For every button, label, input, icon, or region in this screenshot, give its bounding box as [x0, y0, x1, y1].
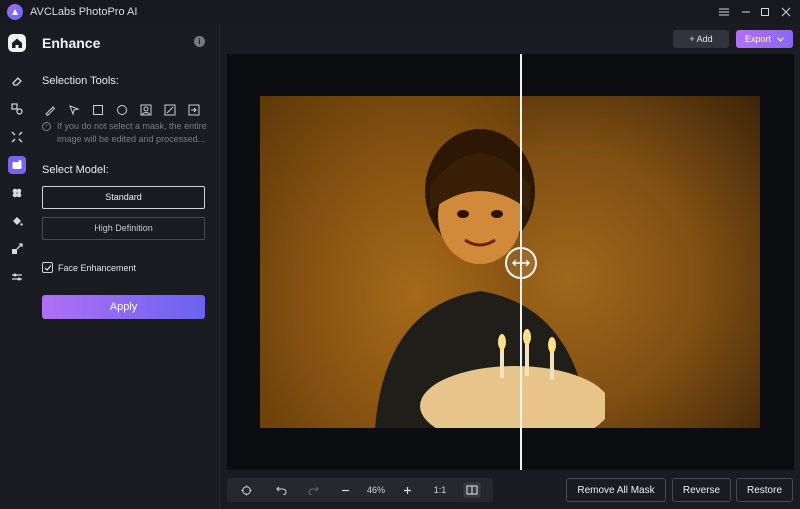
eraser-icon[interactable] — [8, 72, 26, 90]
zoom-in-icon[interactable] — [391, 478, 423, 502]
brush-icon[interactable] — [42, 102, 57, 117]
selection-tools-label: Selection Tools: — [42, 75, 119, 87]
model-standard-button[interactable]: Standard — [42, 186, 205, 209]
rectangle-select-icon[interactable] — [90, 102, 105, 117]
tool-rail — [0, 24, 34, 509]
add-button[interactable]: + Add — [673, 30, 729, 48]
home-icon[interactable] — [8, 34, 26, 52]
compare-handle-icon[interactable] — [505, 247, 537, 279]
export-label: Export — [744, 34, 771, 44]
face-enhancement-row[interactable]: Face Enhancement — [42, 262, 136, 273]
remove-all-mask-button[interactable]: Remove All Mask — [566, 478, 666, 502]
colorize-icon[interactable] — [8, 184, 26, 202]
adjust-icon[interactable] — [8, 268, 26, 286]
resize-icon[interactable] — [8, 240, 26, 258]
portrait-select-icon[interactable] — [138, 102, 153, 117]
import-mask-icon[interactable] — [186, 102, 201, 117]
info-icon[interactable]: i — [194, 36, 205, 47]
auto-select-icon[interactable] — [162, 102, 177, 117]
reverse-button[interactable]: Reverse — [672, 478, 731, 502]
panel-title: Enhance — [42, 35, 101, 51]
undo-icon[interactable] — [265, 478, 297, 502]
object-remover-icon[interactable] — [8, 100, 26, 118]
app-logo-icon — [7, 4, 23, 20]
enhance-icon[interactable] — [8, 156, 26, 174]
face-enhancement-checkbox[interactable] — [42, 262, 53, 273]
chevron-down-icon — [777, 36, 784, 42]
zoom-level: 46% — [366, 485, 385, 495]
title-bar: AVCLabs PhotoPro AI — [0, 0, 800, 24]
face-enhancement-label: Face Enhancement — [58, 262, 137, 273]
redo-icon[interactable] — [297, 478, 329, 502]
actual-size-button[interactable]: 1:1 — [423, 478, 457, 502]
selection-tools — [42, 102, 210, 117]
model-high-definition-button[interactable]: High Definition — [42, 217, 205, 240]
app-title: AVCLabs PhotoPro AI — [30, 6, 138, 18]
workspace: + Add Export 46% 1:1 Remove All Mask Rev… — [221, 24, 800, 509]
lasso-icon[interactable] — [66, 102, 81, 117]
menu-icon[interactable] — [716, 4, 732, 20]
compare-view-icon[interactable] — [457, 478, 487, 502]
ellipse-select-icon[interactable] — [114, 102, 129, 117]
zoom-toolbar: 46% 1:1 — [227, 478, 493, 502]
photo-subject-image — [375, 129, 605, 428]
reset-icon[interactable] — [227, 478, 265, 502]
maximize-icon[interactable] — [757, 4, 773, 20]
info-circle-icon: i — [42, 122, 51, 132]
close-icon[interactable] — [778, 4, 794, 20]
enhance-panel: Enhance i Selection Tools: i If you do no… — [34, 24, 220, 509]
minimize-icon[interactable] — [738, 4, 754, 20]
zoom-out-icon[interactable] — [329, 478, 361, 502]
restore-button[interactable]: Restore — [736, 478, 793, 502]
crop-icon[interactable] — [8, 128, 26, 146]
image-canvas[interactable] — [227, 54, 794, 470]
fill-bucket-icon[interactable] — [8, 212, 26, 230]
export-button[interactable]: Export — [736, 30, 793, 48]
apply-button[interactable]: Apply — [42, 295, 205, 319]
selection-hint: i If you do not select a mask, the entire… — [42, 120, 212, 146]
select-model-label: Select Model: — [42, 164, 109, 176]
hint-text: If you do not select a mask, the entire … — [57, 121, 207, 144]
